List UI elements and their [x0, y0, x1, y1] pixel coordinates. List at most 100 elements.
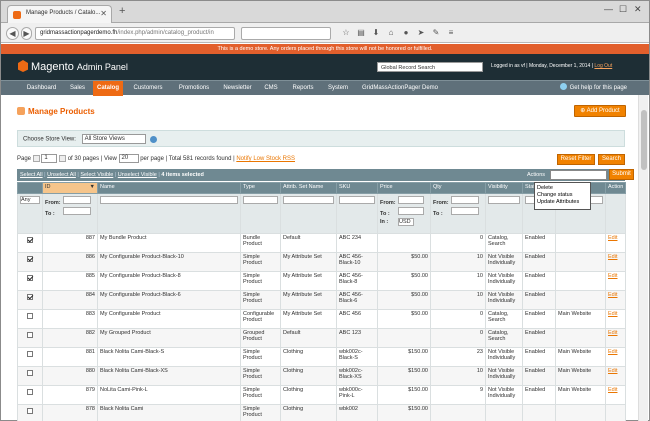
submit-button[interactable]: Submit: [609, 169, 634, 180]
col-attrib-set[interactable]: Attrib. Set Name: [280, 182, 337, 194]
global-search-input[interactable]: Global Record Search: [377, 62, 483, 72]
select-visible-link[interactable]: Select Visible: [80, 172, 113, 178]
name-filter-input[interactable]: [100, 196, 238, 204]
menu-icon[interactable]: ≡: [446, 28, 456, 38]
massaction-filter-select[interactable]: Any: [20, 196, 40, 204]
col-qty[interactable]: Qty: [430, 182, 486, 194]
currency-select[interactable]: USD: [398, 218, 414, 226]
row-checkbox[interactable]: [27, 389, 33, 395]
action-option-update-attributes[interactable]: Update Attributes: [535, 199, 590, 206]
search-button[interactable]: Search: [598, 154, 625, 165]
menu-reports[interactable]: Reports: [288, 81, 318, 96]
magento-logo[interactable]: Magento Admin Panel: [18, 60, 128, 73]
select-all-link[interactable]: Select All: [20, 172, 43, 178]
edit-link[interactable]: Edit: [608, 368, 617, 374]
row-checkbox[interactable]: [27, 275, 33, 281]
col-visibility[interactable]: Visibility: [485, 182, 523, 194]
price-from-input[interactable]: [398, 196, 424, 204]
unselect-all-link[interactable]: Unselect All: [47, 172, 76, 178]
visibility-filter-select[interactable]: [488, 196, 520, 204]
col-price[interactable]: Price: [377, 182, 431, 194]
attrib-set-filter-select[interactable]: [283, 196, 334, 204]
edit-link[interactable]: Edit: [608, 273, 617, 279]
menu-cms[interactable]: CMS: [261, 81, 281, 96]
edit-link[interactable]: Edit: [608, 235, 617, 241]
menu-customers[interactable]: Customers: [129, 81, 167, 96]
qty-from-input[interactable]: [451, 196, 479, 204]
unselect-visible-link[interactable]: Unselect Visible: [118, 172, 157, 178]
per-page-select[interactable]: 20: [118, 154, 139, 163]
close-tab-icon[interactable]: ✕: [100, 9, 107, 18]
help-question-icon[interactable]: [150, 135, 158, 143]
table-row[interactable]: 887 My Bundle Product Bundle Product Defaul…: [17, 233, 626, 253]
menu-dashboard[interactable]: Dashboard: [23, 81, 60, 96]
menu-newsletter[interactable]: Newsletter: [219, 81, 256, 96]
add-product-button[interactable]: ⊕ Add Product: [574, 105, 626, 117]
minimize-icon[interactable]: —: [604, 4, 613, 14]
table-row[interactable]: 879 NoLita Cami-Pink-L Simple Product Cloth…: [17, 385, 626, 405]
url-bar[interactable]: gridmassactionpagerdemo.fh/index.php/adm…: [35, 27, 235, 40]
col-sku[interactable]: SKU: [336, 182, 378, 194]
bookmarks-icon[interactable]: ▤: [356, 28, 366, 38]
table-row[interactable]: 886 My Configurable Product-Black-10 Simpl…: [17, 252, 626, 272]
table-row[interactable]: 885 My Configurable Product-Black-8 Simple…: [17, 271, 626, 291]
store-view-select[interactable]: All Store Views: [81, 134, 146, 144]
table-row[interactable]: 884 My Configurable Product-Black-6 Simple…: [17, 290, 626, 310]
home-icon[interactable]: ⌂: [386, 28, 396, 38]
action-option-delete[interactable]: Delete: [535, 185, 590, 192]
id-to-input[interactable]: [63, 207, 91, 215]
edit-link[interactable]: Edit: [608, 330, 617, 336]
next-page-icon[interactable]: [59, 155, 67, 162]
edit-link[interactable]: Edit: [608, 311, 617, 317]
addon-icon[interactable]: ●: [401, 28, 411, 38]
row-checkbox[interactable]: [27, 256, 33, 262]
tools-icon[interactable]: ✎: [431, 28, 441, 38]
browser-search-input[interactable]: [241, 27, 331, 40]
page-input[interactable]: 1: [41, 154, 58, 163]
row-checkbox[interactable]: [27, 351, 33, 357]
new-tab-icon[interactable]: +: [119, 5, 125, 17]
forward-icon[interactable]: ▶: [21, 27, 32, 40]
col-id[interactable]: ID ▼: [42, 182, 98, 194]
type-filter-select[interactable]: [243, 196, 278, 204]
maximize-icon[interactable]: ☐: [619, 4, 627, 15]
table-row[interactable]: 883 My Configurable Product Configurable P…: [17, 309, 626, 329]
table-row[interactable]: 880 Black Nolita Cami-Black-XS Simple Prod…: [17, 366, 626, 386]
edit-link[interactable]: Edit: [608, 292, 617, 298]
edit-link[interactable]: Edit: [608, 254, 617, 260]
action-option-change-status[interactable]: Change status: [535, 192, 590, 199]
menu-promotions[interactable]: Promotions: [174, 81, 214, 96]
row-checkbox[interactable]: [27, 408, 33, 414]
col-name[interactable]: Name: [97, 182, 241, 194]
price-to-input[interactable]: [398, 207, 424, 215]
col-type[interactable]: Type: [240, 182, 281, 194]
id-from-input[interactable]: [63, 196, 91, 204]
close-window-icon[interactable]: ✕: [634, 4, 642, 15]
star-icon[interactable]: ☆: [341, 28, 351, 38]
share-icon[interactable]: ➤: [416, 28, 426, 38]
reset-filter-button[interactable]: Reset Filter: [557, 154, 595, 165]
actions-select[interactable]: [550, 170, 607, 180]
help-link[interactable]: Get help for this page: [559, 81, 627, 96]
row-checkbox[interactable]: [27, 332, 33, 338]
row-checkbox[interactable]: [27, 237, 33, 243]
scrollbar-thumb[interactable]: [641, 110, 647, 170]
menu-sales[interactable]: Sales: [65, 81, 90, 96]
menu-system[interactable]: System: [323, 81, 353, 96]
download-icon[interactable]: ⬇: [371, 28, 381, 38]
row-checkbox[interactable]: [27, 313, 33, 319]
qty-to-input[interactable]: [451, 207, 479, 215]
prev-page-icon[interactable]: [32, 155, 40, 162]
row-checkbox[interactable]: [27, 370, 33, 376]
edit-link[interactable]: Edit: [608, 349, 617, 355]
table-row[interactable]: 881 Black Nolita Cami-Black-S Simple Produ…: [17, 347, 626, 367]
edit-link[interactable]: Edit: [608, 387, 617, 393]
browser-tab[interactable]: Manage Products / Catalo... ✕: [7, 5, 112, 23]
low-stock-rss-link[interactable]: Notify Low Stock RSS: [236, 156, 295, 162]
menu-catalog[interactable]: Catalog: [93, 81, 123, 96]
logout-link[interactable]: Log Out: [594, 63, 612, 69]
vertical-scrollbar[interactable]: [638, 95, 648, 421]
table-row[interactable]: 878 Black Nolita Cami Simple Product Clothi…: [17, 404, 626, 421]
back-icon[interactable]: ◀: [6, 27, 19, 40]
sku-filter-input[interactable]: [339, 196, 375, 204]
